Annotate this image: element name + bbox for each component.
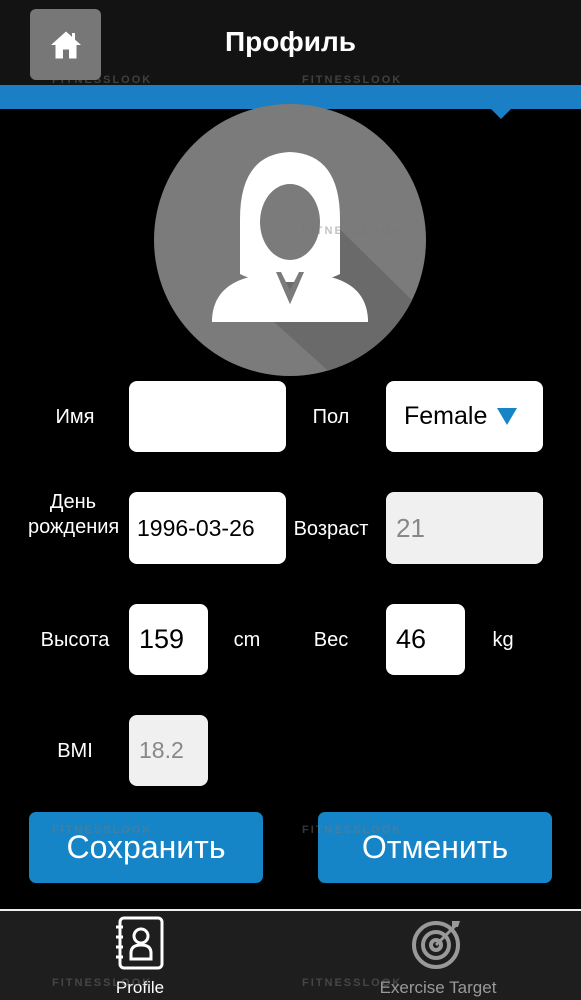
birthday-input[interactable]: 1996-03-26 <box>129 492 286 564</box>
save-button[interactable]: Сохранить <box>29 812 263 883</box>
bmi-field: 18.2 <box>129 715 208 786</box>
height-unit: cm <box>233 629 261 651</box>
name-label: Имя <box>55 406 95 428</box>
height-input[interactable]: 159 <box>129 604 208 675</box>
tab-bar: Profile Exercise Target FITNESSLOOK FITN… <box>0 909 581 1000</box>
weight-label: Вес <box>313 629 349 651</box>
watermark: FITNESSLOOK <box>52 977 153 989</box>
page-title: Профиль <box>224 26 357 57</box>
bmi-label: BMI <box>57 740 93 762</box>
gender-label: Пол <box>312 406 350 428</box>
watermark: FITNESSLOOK <box>302 225 403 237</box>
watermark: FITNESSLOOK <box>52 74 153 86</box>
age-field: 21 <box>386 492 543 564</box>
cancel-button[interactable]: Отменить <box>318 812 552 883</box>
dropdown-arrow-icon <box>497 408 518 425</box>
name-input[interactable] <box>129 381 286 452</box>
birthday-label: День рождения <box>28 491 120 538</box>
notch-indicator <box>490 108 512 119</box>
address-book-icon <box>116 916 164 970</box>
watermark: FITNESSLOOK <box>302 824 403 836</box>
watermark: FITNESSLOOK <box>302 74 403 86</box>
watermark: FITNESSLOOK <box>52 824 153 836</box>
age-label: Возраст <box>293 518 369 540</box>
target-icon <box>412 921 460 969</box>
weight-unit: kg <box>492 629 514 651</box>
header: Профиль <box>0 0 581 85</box>
avatar[interactable] <box>154 104 426 376</box>
height-label: Высота <box>40 629 110 651</box>
gender-select[interactable]: Female <box>386 381 543 452</box>
watermark: FITNESSLOOK <box>302 977 403 989</box>
weight-input[interactable]: 46 <box>386 604 465 675</box>
female-user-icon <box>212 152 426 376</box>
gender-value: Female <box>404 402 488 430</box>
